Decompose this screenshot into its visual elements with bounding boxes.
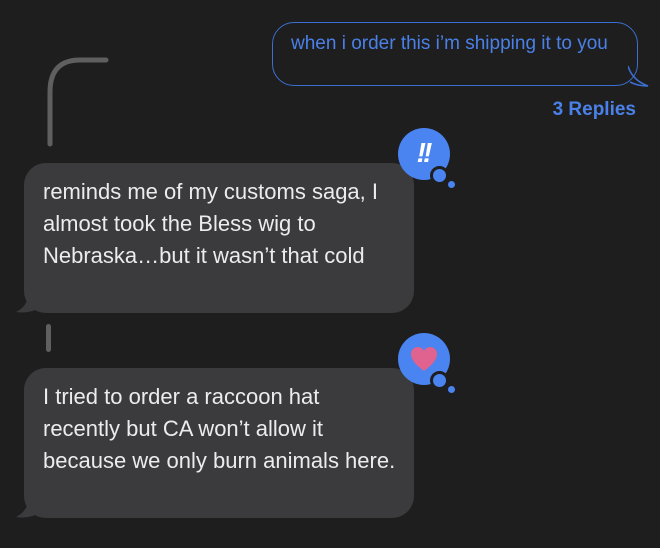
tapback-tail-dot: [448, 386, 455, 393]
thread-connector-line: [46, 324, 51, 352]
tapback-tail-dot: [430, 371, 449, 390]
reply-message-bubble[interactable]: reminds me of my customs saga, I almost …: [24, 163, 414, 313]
thread-connector-line: [47, 57, 109, 147]
outgoing-message-text: when i order this i’m shipping it to you: [291, 33, 608, 54]
reply-message-text: reminds me of my customs saga, I almost …: [43, 179, 378, 268]
heart-icon: [411, 347, 437, 371]
exclamation-icon: !!: [416, 137, 433, 168]
tapback-tail-dot: [448, 181, 455, 188]
incoming-bubble-tail: [16, 499, 40, 518]
tapback-tail-dot: [430, 166, 449, 185]
incoming-bubble-tail: [16, 294, 40, 313]
message-thread: when i order this i’m shipping it to you…: [0, 0, 660, 548]
replies-link[interactable]: 3 Replies: [553, 99, 636, 121]
reply-message-bubble[interactable]: I tried to order a raccoon hat recently …: [24, 368, 414, 518]
reply-message-text: I tried to order a raccoon hat recently …: [43, 384, 396, 473]
outgoing-bubble-tail: [628, 65, 649, 87]
outgoing-message-bubble[interactable]: when i order this i’m shipping it to you: [272, 22, 638, 86]
